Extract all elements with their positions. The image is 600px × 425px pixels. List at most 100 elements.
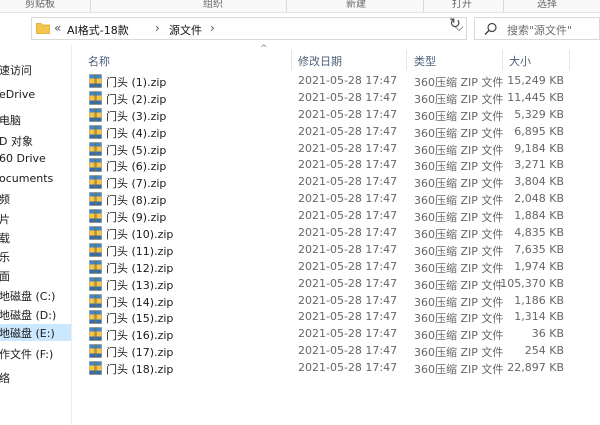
- file-size: 1,974 KB: [514, 259, 564, 273]
- file-row[interactable]: 门头 (17).zip 2021-05-28 17:47 360压缩 ZIP 文件 2…: [72, 343, 600, 360]
- file-modified-date: 2021-05-28 17:47: [298, 192, 398, 206]
- zip-archive-icon: [89, 276, 102, 291]
- nav-item-this-pc[interactable]: 电脑: [0, 111, 71, 128]
- file-row[interactable]: 门头 (4).zip 2021-05-28 17:47 360压缩 ZIP 文件 6,…: [72, 124, 600, 141]
- nav-item-desktop[interactable]: 面: [0, 267, 71, 284]
- breadcrumb-ai-format[interactable]: AI格式-18款: [67, 22, 129, 38]
- nav-item-onedrive[interactable]: eDrive: [0, 87, 71, 104]
- back-chevrons-icon[interactable]: «: [54, 21, 61, 35]
- nav-item-drive-f[interactable]: 作文件 (F:): [0, 345, 71, 362]
- file-row[interactable]: 门头 (18).zip 2021-05-28 17:47 360压缩 ZIP 文件 2…: [72, 360, 600, 377]
- zip-archive-icon: [89, 124, 102, 139]
- file-modified-date: 2021-05-28 17:47: [298, 74, 398, 87]
- zip-archive-icon: [89, 259, 102, 274]
- file-modified-date: 2021-05-28 17:47: [298, 158, 398, 172]
- file-row[interactable]: 门头 (7).zip 2021-05-28 17:47 360压缩 ZIP 文件 3,…: [72, 174, 600, 191]
- column-header-date[interactable]: 修改日期: [298, 53, 342, 69]
- file-row[interactable]: 门头 (15).zip 2021-05-28 17:47 360压缩 ZIP 文件 1…: [72, 309, 600, 326]
- ribbon-group-new[interactable]: 新建: [346, 0, 366, 10]
- file-row[interactable]: 门头 (3).zip 2021-05-28 17:47 360压缩 ZIP 文件 5,…: [72, 107, 600, 124]
- file-row[interactable]: 门头 (10).zip 2021-05-28 17:47 360压缩 ZIP 文件 4…: [72, 225, 600, 242]
- file-size: 3,804 KB: [514, 175, 564, 189]
- file-type: 360压缩 ZIP 文件: [414, 312, 504, 326]
- nav-item-label: 作文件 (F:): [0, 348, 54, 361]
- nav-item-label: 频: [0, 193, 10, 206]
- breadcrumb-separator-icon[interactable]: ›: [210, 21, 215, 35]
- file-modified-date: 2021-05-28 17:47: [298, 327, 398, 341]
- ribbon-group-organize[interactable]: 组织: [203, 0, 223, 10]
- file-type: 360压缩 ZIP 文件: [414, 126, 504, 140]
- column-header-row: ^ 名称 修改日期 类型 大小: [72, 44, 600, 70]
- refresh-icon[interactable]: ↻: [447, 16, 463, 32]
- nav-item-label: 面: [0, 270, 10, 283]
- zip-archive-icon: [89, 361, 102, 375]
- nav-item-documents[interactable]: ocuments: [0, 171, 71, 188]
- file-row[interactable]: 门头 (14).zip 2021-05-28 17:47 360压缩 ZIP 文件 1…: [72, 293, 600, 310]
- file-modified-date: 2021-05-28 17:47: [298, 344, 398, 358]
- file-size: 4,835 KB: [514, 226, 564, 240]
- nav-item-label: 60 Drive: [0, 152, 46, 165]
- address-bar[interactable]: « AI格式-18款 › 源文件 › ⌵: [31, 17, 467, 40]
- zip-archive-icon: [89, 243, 102, 257]
- file-row[interactable]: 门头 (2).zip 2021-05-28 17:47 360压缩 ZIP 文件 11…: [72, 90, 600, 107]
- nav-item-label: 片: [0, 213, 10, 226]
- file-row[interactable]: 门头 (1).zip 2021-05-28 17:47 360压缩 ZIP 文件 15…: [72, 73, 600, 90]
- file-modified-date: 2021-05-28 17:47: [298, 107, 398, 121]
- nav-item-music[interactable]: 乐: [0, 248, 71, 265]
- file-name: 门头 (7).zip: [106, 177, 167, 191]
- nav-item-quick-access[interactable]: 速访问: [0, 61, 71, 78]
- file-row[interactable]: 门头 (6).zip 2021-05-28 17:47 360压缩 ZIP 文件 3,…: [72, 157, 600, 174]
- file-type: 360压缩 ZIP 文件: [414, 244, 504, 258]
- file-modified-date: 2021-05-28 17:47: [298, 293, 398, 307]
- file-size: 7,635 KB: [514, 242, 564, 256]
- search-placeholder: 搜索"源文件": [507, 24, 573, 37]
- column-divider[interactable]: [291, 50, 292, 70]
- nav-item-downloads[interactable]: 载: [0, 229, 71, 246]
- file-row[interactable]: 门头 (16).zip 2021-05-28 17:47 360压缩 ZIP 文件 3…: [72, 326, 600, 343]
- ribbon-group-select[interactable]: 选择: [537, 0, 557, 10]
- breadcrumb-source-files[interactable]: 源文件: [169, 22, 202, 38]
- nav-item-3d-objects[interactable]: D 对象: [0, 132, 71, 149]
- file-list: 门头 (1).zip 2021-05-28 17:47 360压缩 ZIP 文件 15…: [72, 73, 600, 377]
- nav-item-drive-c[interactable]: 地磁盘 (C:): [0, 287, 71, 304]
- file-row[interactable]: 门头 (12).zip 2021-05-28 17:47 360压缩 ZIP 文件 1…: [72, 259, 600, 276]
- ribbon-group-clipboard[interactable]: 剪贴板: [25, 0, 55, 10]
- file-name: 门头 (3).zip: [106, 109, 167, 123]
- file-row[interactable]: 门头 (5).zip 2021-05-28 17:47 360压缩 ZIP 文件 9,…: [72, 141, 600, 158]
- ribbon-group-open[interactable]: 打开: [452, 0, 472, 10]
- file-row[interactable]: 门头 (8).zip 2021-05-28 17:47 360压缩 ZIP 文件 2,…: [72, 191, 600, 208]
- column-header-name[interactable]: 名称: [88, 53, 110, 69]
- column-divider[interactable]: [406, 50, 407, 70]
- file-size: 36 KB: [531, 327, 564, 341]
- nav-item-videos[interactable]: 频: [0, 190, 71, 207]
- column-divider[interactable]: [569, 50, 570, 70]
- zip-archive-icon: [89, 158, 102, 173]
- nav-item-drive-d[interactable]: 地磁盘 (D:): [0, 306, 71, 323]
- file-name: 门头 (9).zip: [106, 211, 167, 225]
- breadcrumb-separator-icon[interactable]: ›: [155, 21, 160, 35]
- file-modified-date: 2021-05-28 17:47: [298, 226, 398, 240]
- nav-item-360-drive[interactable]: 60 Drive: [0, 151, 71, 168]
- file-type: 360压缩 ZIP 文件: [414, 329, 504, 343]
- nav-item-label: 电脑: [0, 114, 21, 127]
- ribbon-divider: [286, 0, 287, 12]
- column-divider[interactable]: [502, 50, 503, 70]
- search-input[interactable]: 搜索"源文件": [474, 17, 600, 40]
- file-size: 1,186 KB: [514, 293, 564, 307]
- nav-item-label: D 对象: [0, 135, 33, 148]
- file-modified-date: 2021-05-28 17:47: [298, 124, 398, 138]
- file-modified-date: 2021-05-28 17:47: [298, 209, 398, 223]
- nav-item-pictures[interactable]: 片: [0, 210, 71, 227]
- search-icon: [484, 22, 497, 35]
- column-header-size[interactable]: 大小: [509, 53, 531, 69]
- nav-item-drive-e[interactable]: 地磁盘 (E:): [0, 324, 71, 341]
- nav-item-network[interactable]: 络: [0, 369, 71, 386]
- file-row[interactable]: 门头 (11).zip 2021-05-28 17:47 360压缩 ZIP 文件 7…: [72, 242, 600, 259]
- file-size: 9,184 KB: [514, 141, 564, 155]
- file-type: 360压缩 ZIP 文件: [414, 143, 504, 157]
- file-name: 门头 (6).zip: [106, 160, 167, 174]
- file-modified-date: 2021-05-28 17:47: [298, 242, 398, 256]
- file-row[interactable]: 门头 (9).zip 2021-05-28 17:47 360压缩 ZIP 文件 1,…: [72, 208, 600, 225]
- column-header-type[interactable]: 类型: [414, 53, 436, 69]
- file-row[interactable]: 门头 (13).zip 2021-05-28 17:47 360压缩 ZIP 文件 1…: [72, 276, 600, 293]
